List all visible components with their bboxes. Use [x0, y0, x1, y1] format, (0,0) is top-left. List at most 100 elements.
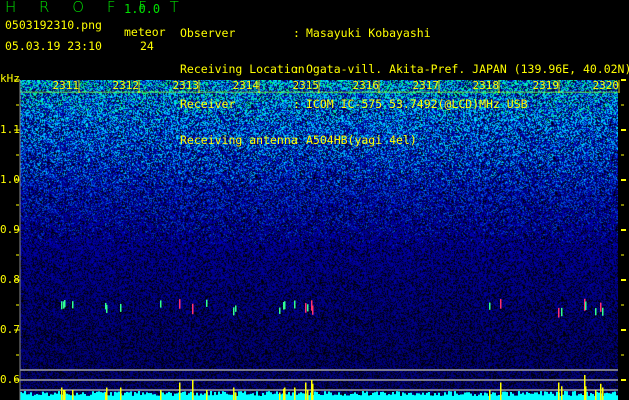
noise-floor-bar [544, 391, 546, 400]
info-location: Receiving Location: Ogata-vill. Akita-Pre… [180, 61, 629, 76]
noise-floor-bar [428, 392, 430, 400]
noise-floor-bar [412, 394, 414, 400]
noise-floor-bar [450, 391, 452, 400]
noise-floor-bar [332, 395, 334, 400]
noise-floor-bar [214, 391, 216, 400]
noise-floor-bar [610, 393, 612, 400]
noise-floor-bar [420, 394, 422, 400]
meteor-echo-trace [307, 304, 309, 312]
noise-floor-bar [370, 395, 372, 400]
noise-floor-bar [340, 394, 342, 400]
noise-floor-bar [466, 392, 468, 400]
noise-floor-bar [258, 395, 260, 400]
noise-floor-bar [220, 393, 222, 400]
noise-floor-bar [84, 393, 86, 400]
noise-floor-bar [318, 394, 320, 400]
noise-floor-bar [90, 394, 92, 400]
noise-floor-bar [296, 394, 298, 400]
meteor-echo-bar [307, 390, 309, 400]
meteor-echo-trace [192, 303, 194, 315]
noise-floor-bar [532, 393, 534, 400]
noise-floor-bar [204, 393, 206, 400]
noise-floor-bar [94, 393, 96, 400]
noise-floor-bar [158, 395, 160, 400]
noise-floor-bar [492, 392, 494, 400]
noise-floor-bar [268, 391, 270, 400]
meteor-echo-bar [585, 386, 587, 400]
noise-floor-bar [426, 392, 428, 400]
noise-floor-bar [446, 394, 448, 400]
noise-floor-bar [290, 395, 292, 400]
noise-floor-bar [68, 394, 70, 400]
meteor-echo-bar [61, 387, 63, 400]
noise-floor-bar [424, 394, 426, 400]
noise-floor-bar [154, 394, 156, 400]
noise-floor-bar [366, 391, 368, 400]
noise-floor-bar [300, 392, 302, 400]
noise-floor-bar [100, 392, 102, 400]
noise-floor-bar [504, 391, 506, 400]
noise-floor-bar [24, 391, 26, 400]
noise-floor-bar [170, 392, 172, 400]
noise-floor-bar [86, 395, 88, 400]
meteor-count: 24 [140, 39, 154, 53]
noise-floor-bar [362, 391, 364, 400]
filename: 0503192310.png [5, 18, 102, 32]
noise-floor-bar [348, 395, 350, 400]
noise-floor-bar [368, 395, 370, 400]
noise-floor-bar [128, 392, 130, 400]
noise-floor-bar [390, 394, 392, 400]
noise-floor-bar [70, 395, 72, 400]
noise-floor-bar [604, 393, 606, 400]
noise-floor-bar [98, 391, 100, 400]
noise-floor-bar [542, 395, 544, 400]
noise-floor-bar [40, 394, 42, 400]
noise-floor-bar [254, 395, 256, 400]
noise-floor-bar [134, 392, 136, 400]
noise-floor-bar [252, 393, 254, 400]
app-title: H R O F F T [5, 0, 188, 16]
noise-floor-bar [208, 395, 210, 400]
noise-floor-bar [202, 394, 204, 400]
noise-floor-bar [124, 392, 126, 400]
noise-floor-bar [216, 394, 218, 400]
noise-floor-bar [324, 391, 326, 400]
noise-floor-bar [56, 393, 58, 400]
meteor-echo-trace [602, 307, 604, 316]
noise-floor-bar [334, 394, 336, 400]
noise-floor-bar [384, 392, 386, 400]
noise-floor-bar [288, 392, 290, 400]
noise-floor-bar [342, 395, 344, 400]
noise-floor-bar [344, 393, 346, 400]
noise-floor-bar [82, 392, 84, 400]
noise-floor-bar [608, 393, 610, 400]
noise-floor-bar [230, 394, 232, 400]
noise-floor-bar [582, 395, 584, 400]
noise-floor-bar [386, 395, 388, 400]
noise-floor-bar [576, 395, 578, 400]
noise-floor-bar [606, 392, 608, 400]
meteor-echo-trace [585, 301, 587, 310]
noise-floor-bar [418, 393, 420, 400]
meteor-echo-trace [500, 299, 502, 309]
noise-floor-bar [212, 395, 214, 400]
meteor-echo-trace [120, 303, 122, 312]
noise-floor-bar [442, 395, 444, 400]
noise-floor-bar [196, 392, 198, 400]
noise-floor-bar [352, 393, 354, 400]
noise-floor-bar [448, 391, 450, 400]
noise-floor-bar [578, 394, 580, 400]
meteor-echo-bar [294, 387, 296, 400]
noise-floor-bar [132, 395, 134, 400]
meteor-echo-bar [602, 387, 604, 400]
noise-floor-bar [524, 394, 526, 400]
y-tick-label: 0.7 [0, 323, 20, 336]
noise-floor-bar [398, 391, 400, 400]
noise-floor-bar [338, 392, 340, 400]
meteor-echo-bar [235, 392, 237, 400]
noise-floor-bar [474, 394, 476, 400]
noise-floor-bar [76, 392, 78, 400]
noise-floor-bar [512, 393, 514, 400]
noise-floor-bar [354, 392, 356, 400]
noise-floor-bar [238, 391, 240, 400]
